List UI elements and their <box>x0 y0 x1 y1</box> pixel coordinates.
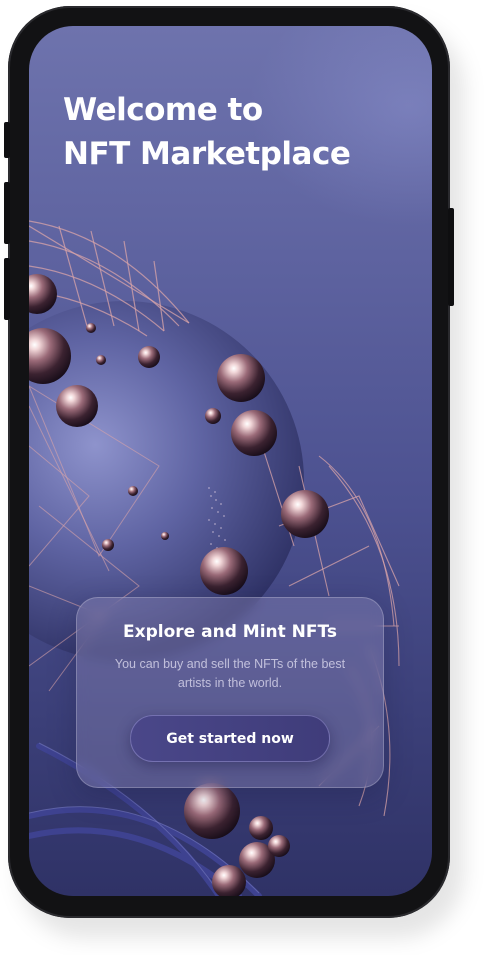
volume-up-button <box>4 182 10 244</box>
page: Welcome to NFT Marketplace Explore and M… <box>0 0 488 955</box>
intro-card: Explore and Mint NFTs You can buy and se… <box>76 597 384 788</box>
card-title: Explore and Mint NFTs <box>123 622 337 642</box>
app-screen: Welcome to NFT Marketplace Explore and M… <box>29 26 432 896</box>
volume-down-button <box>4 258 10 320</box>
welcome-title-line2: NFT Marketplace <box>63 136 351 172</box>
welcome-title-line1: Welcome to <box>63 92 263 128</box>
mute-switch <box>4 122 10 158</box>
welcome-title: Welcome to NFT Marketplace <box>63 88 351 176</box>
card-description: You can buy and sell the NFTs of the bes… <box>114 657 346 690</box>
get-started-button[interactable]: Get started now <box>130 715 330 762</box>
power-button <box>448 208 454 306</box>
